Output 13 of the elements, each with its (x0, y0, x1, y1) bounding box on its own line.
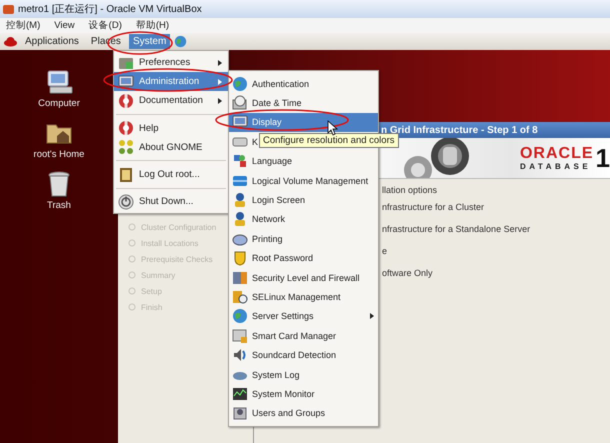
step-label: Prerequisite Checks (141, 254, 213, 264)
step-label: Summary (141, 270, 176, 280)
installer-title: n Grid Infrastructure - Step 1 of 8 (381, 124, 538, 136)
step-label: Setup (141, 286, 162, 296)
tooltip: Configure resolution and colors (259, 133, 398, 148)
step-label: Install Locations (141, 238, 198, 248)
step-label: Finish (141, 302, 162, 312)
logo-version: 1 (596, 142, 610, 174)
section-heading: llation options (382, 184, 438, 197)
logo-brand: ORACLE (520, 145, 594, 162)
logo-product: DATABASE (520, 162, 592, 171)
window-title: metro1 [正在运行] - Oracle VM VirtualBox (18, 2, 202, 16)
step-label: Cluster Configuration (141, 222, 216, 232)
